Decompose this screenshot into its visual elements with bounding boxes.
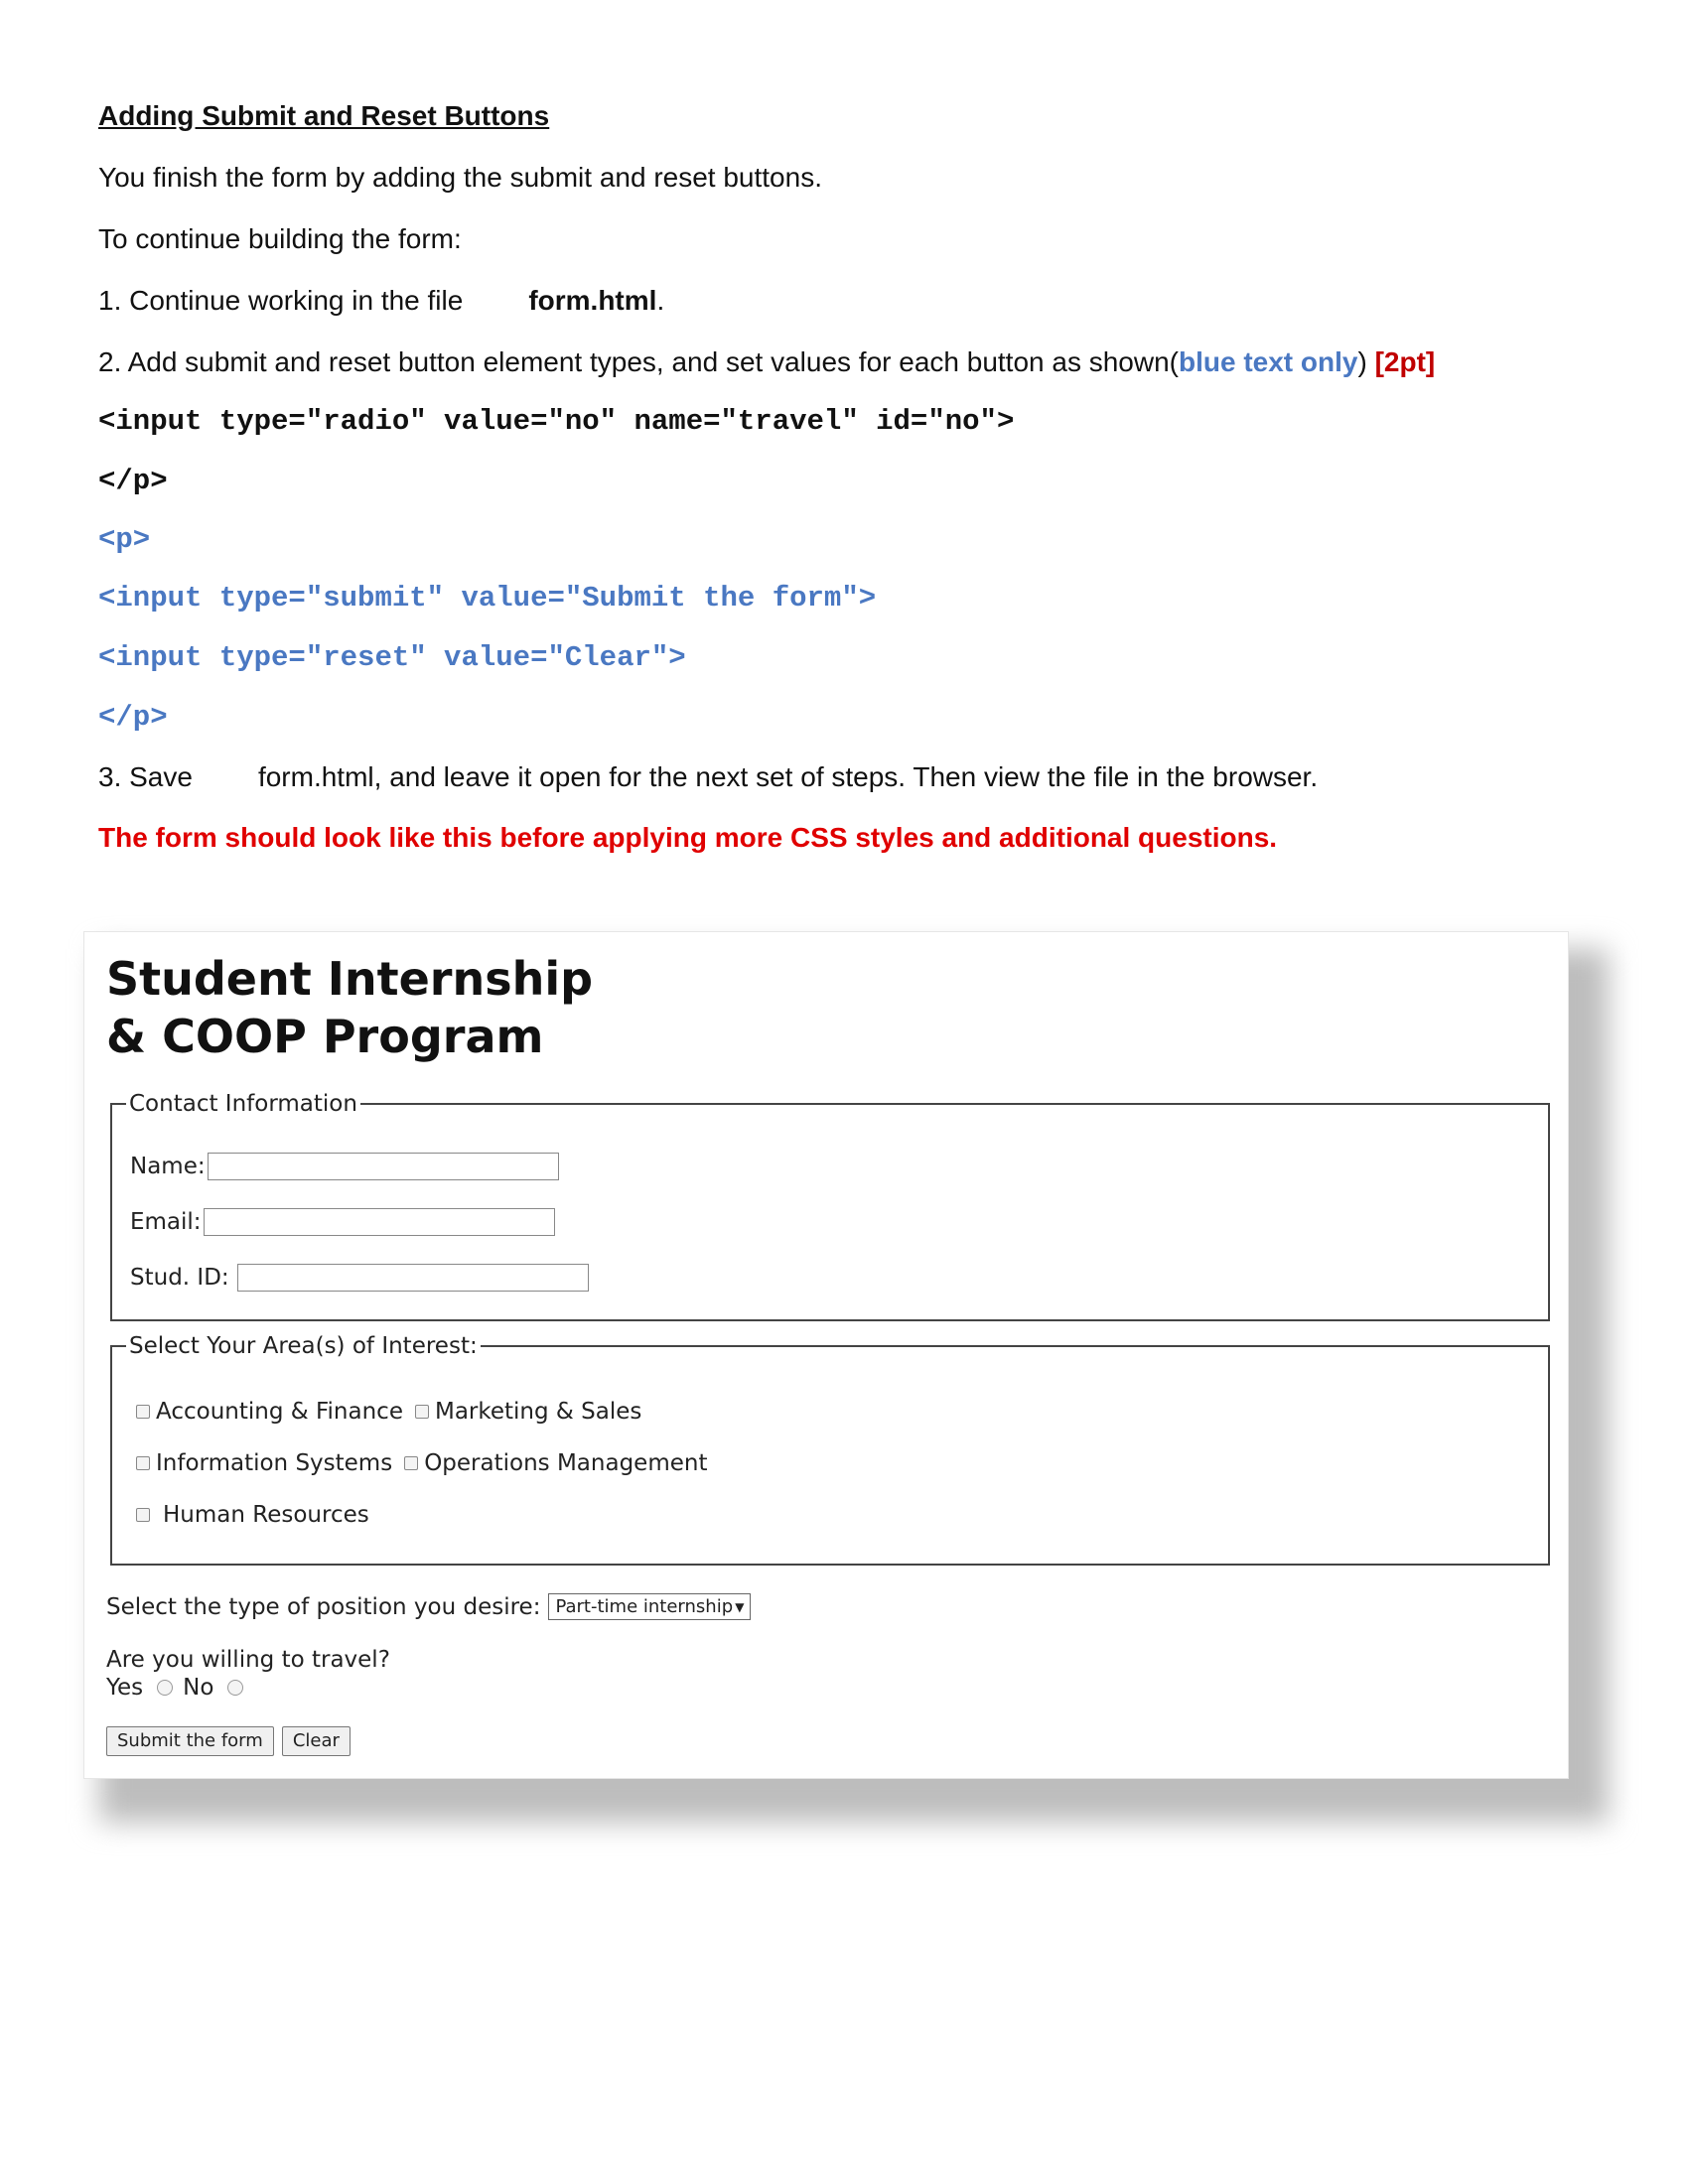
contact-legend: Contact Information bbox=[129, 1091, 357, 1117]
step-2: 2. Add submit and reset button element t… bbox=[98, 345, 1435, 379]
page-title: Student Internship & COOP Program bbox=[106, 950, 593, 1065]
email-label: Email: bbox=[130, 1209, 202, 1235]
interest-row-3: Human Resources bbox=[136, 1502, 369, 1528]
interest-accounting-label: Accounting & Finance bbox=[156, 1399, 403, 1425]
no-label: No bbox=[183, 1675, 214, 1701]
name-row: Name: bbox=[130, 1153, 559, 1180]
studid-label: Stud. ID: bbox=[130, 1265, 229, 1291]
step-1-filename: form.html bbox=[528, 285, 657, 316]
step-2-close: ) bbox=[1357, 346, 1367, 377]
checkbox-operations[interactable] bbox=[404, 1456, 419, 1470]
step-1: 1. Continue working in the file form.html… bbox=[98, 284, 664, 318]
form-note: The form should look like this before ap… bbox=[98, 822, 1278, 853]
interest-marketing-label: Marketing & Sales bbox=[434, 1399, 642, 1425]
interest-legend: Select Your Area(s) of Interest: bbox=[129, 1333, 478, 1359]
email-row: Email: bbox=[130, 1208, 555, 1236]
travel-options: Yes No bbox=[106, 1675, 253, 1701]
code-line-1: <input type="radio" value="no" name="tra… bbox=[98, 405, 1015, 438]
step-2-text: 2. Add submit and reset button element t… bbox=[98, 346, 1179, 377]
code-line-6: </p> bbox=[98, 701, 168, 734]
clear-button[interactable]: Clear bbox=[281, 1726, 351, 1756]
studid-input[interactable] bbox=[236, 1264, 589, 1292]
checkbox-marketing[interactable] bbox=[414, 1405, 429, 1419]
code-line-4: <input type="submit" value="Submit the f… bbox=[98, 582, 877, 614]
submit-button[interactable]: Submit the form bbox=[106, 1726, 274, 1756]
interest-row-2: Information Systems Operations Managemen… bbox=[136, 1450, 707, 1476]
radio-yes[interactable] bbox=[157, 1680, 174, 1696]
position-selected-value: Part-time internship bbox=[555, 1596, 734, 1617]
interest-operations-label: Operations Management bbox=[424, 1450, 708, 1476]
position-label: Select the type of position you desire: bbox=[106, 1593, 541, 1620]
checkbox-accounting[interactable] bbox=[136, 1405, 150, 1419]
radio-no[interactable] bbox=[227, 1680, 244, 1696]
step-2-blue-note: blue text only bbox=[1179, 346, 1358, 377]
step-1-period: . bbox=[656, 285, 665, 316]
interest-row-1: Accounting & Finance Marketing & Sales bbox=[136, 1399, 641, 1425]
travel-question: Are you willing to travel? bbox=[106, 1647, 390, 1673]
continue-paragraph: To continue building the form: bbox=[98, 223, 462, 254]
button-row: Submit the form Clear bbox=[106, 1726, 358, 1756]
code-line-2: </p> bbox=[98, 465, 168, 497]
email-input[interactable] bbox=[203, 1208, 555, 1236]
chevron-down-icon: ▼ bbox=[735, 1599, 745, 1614]
step-2-points: [2pt] bbox=[1374, 346, 1436, 377]
position-select[interactable]: Part-time internship ▼ bbox=[548, 1593, 752, 1620]
checkbox-human-resources[interactable] bbox=[136, 1508, 150, 1522]
title-line-1: Student Internship bbox=[106, 952, 594, 1006]
intro-paragraph: You finish the form by adding the submit… bbox=[98, 162, 822, 193]
code-line-3: <p> bbox=[98, 523, 151, 556]
step-3: 3. Save form.html, and leave it open for … bbox=[98, 760, 1318, 794]
position-row: Select the type of position you desire: … bbox=[106, 1593, 752, 1620]
name-input[interactable] bbox=[207, 1153, 559, 1180]
section-heading: Adding Submit and Reset Buttons bbox=[98, 100, 550, 131]
yes-label: Yes bbox=[106, 1675, 144, 1701]
form-screenshot: Student Internship & COOP Program Contac… bbox=[83, 931, 1569, 1779]
step-3-rest: form.html, and leave it open for the nex… bbox=[257, 761, 1319, 792]
interest-hr-label: Human Resources bbox=[163, 1502, 369, 1528]
checkbox-information-systems[interactable] bbox=[136, 1456, 150, 1470]
studid-row: Stud. ID: bbox=[130, 1264, 589, 1292]
title-line-2: & COOP Program bbox=[106, 1010, 544, 1063]
step-3-text: 3. Save bbox=[98, 761, 193, 792]
interest-fieldset: Select Your Area(s) of Interest: bbox=[110, 1333, 1550, 1566]
code-line-5: <input type="reset" value="Clear"> bbox=[98, 641, 686, 674]
name-label: Name: bbox=[130, 1154, 206, 1179]
step-1-text: 1. Continue working in the file bbox=[98, 285, 464, 316]
interest-infosys-label: Information Systems bbox=[156, 1450, 393, 1476]
